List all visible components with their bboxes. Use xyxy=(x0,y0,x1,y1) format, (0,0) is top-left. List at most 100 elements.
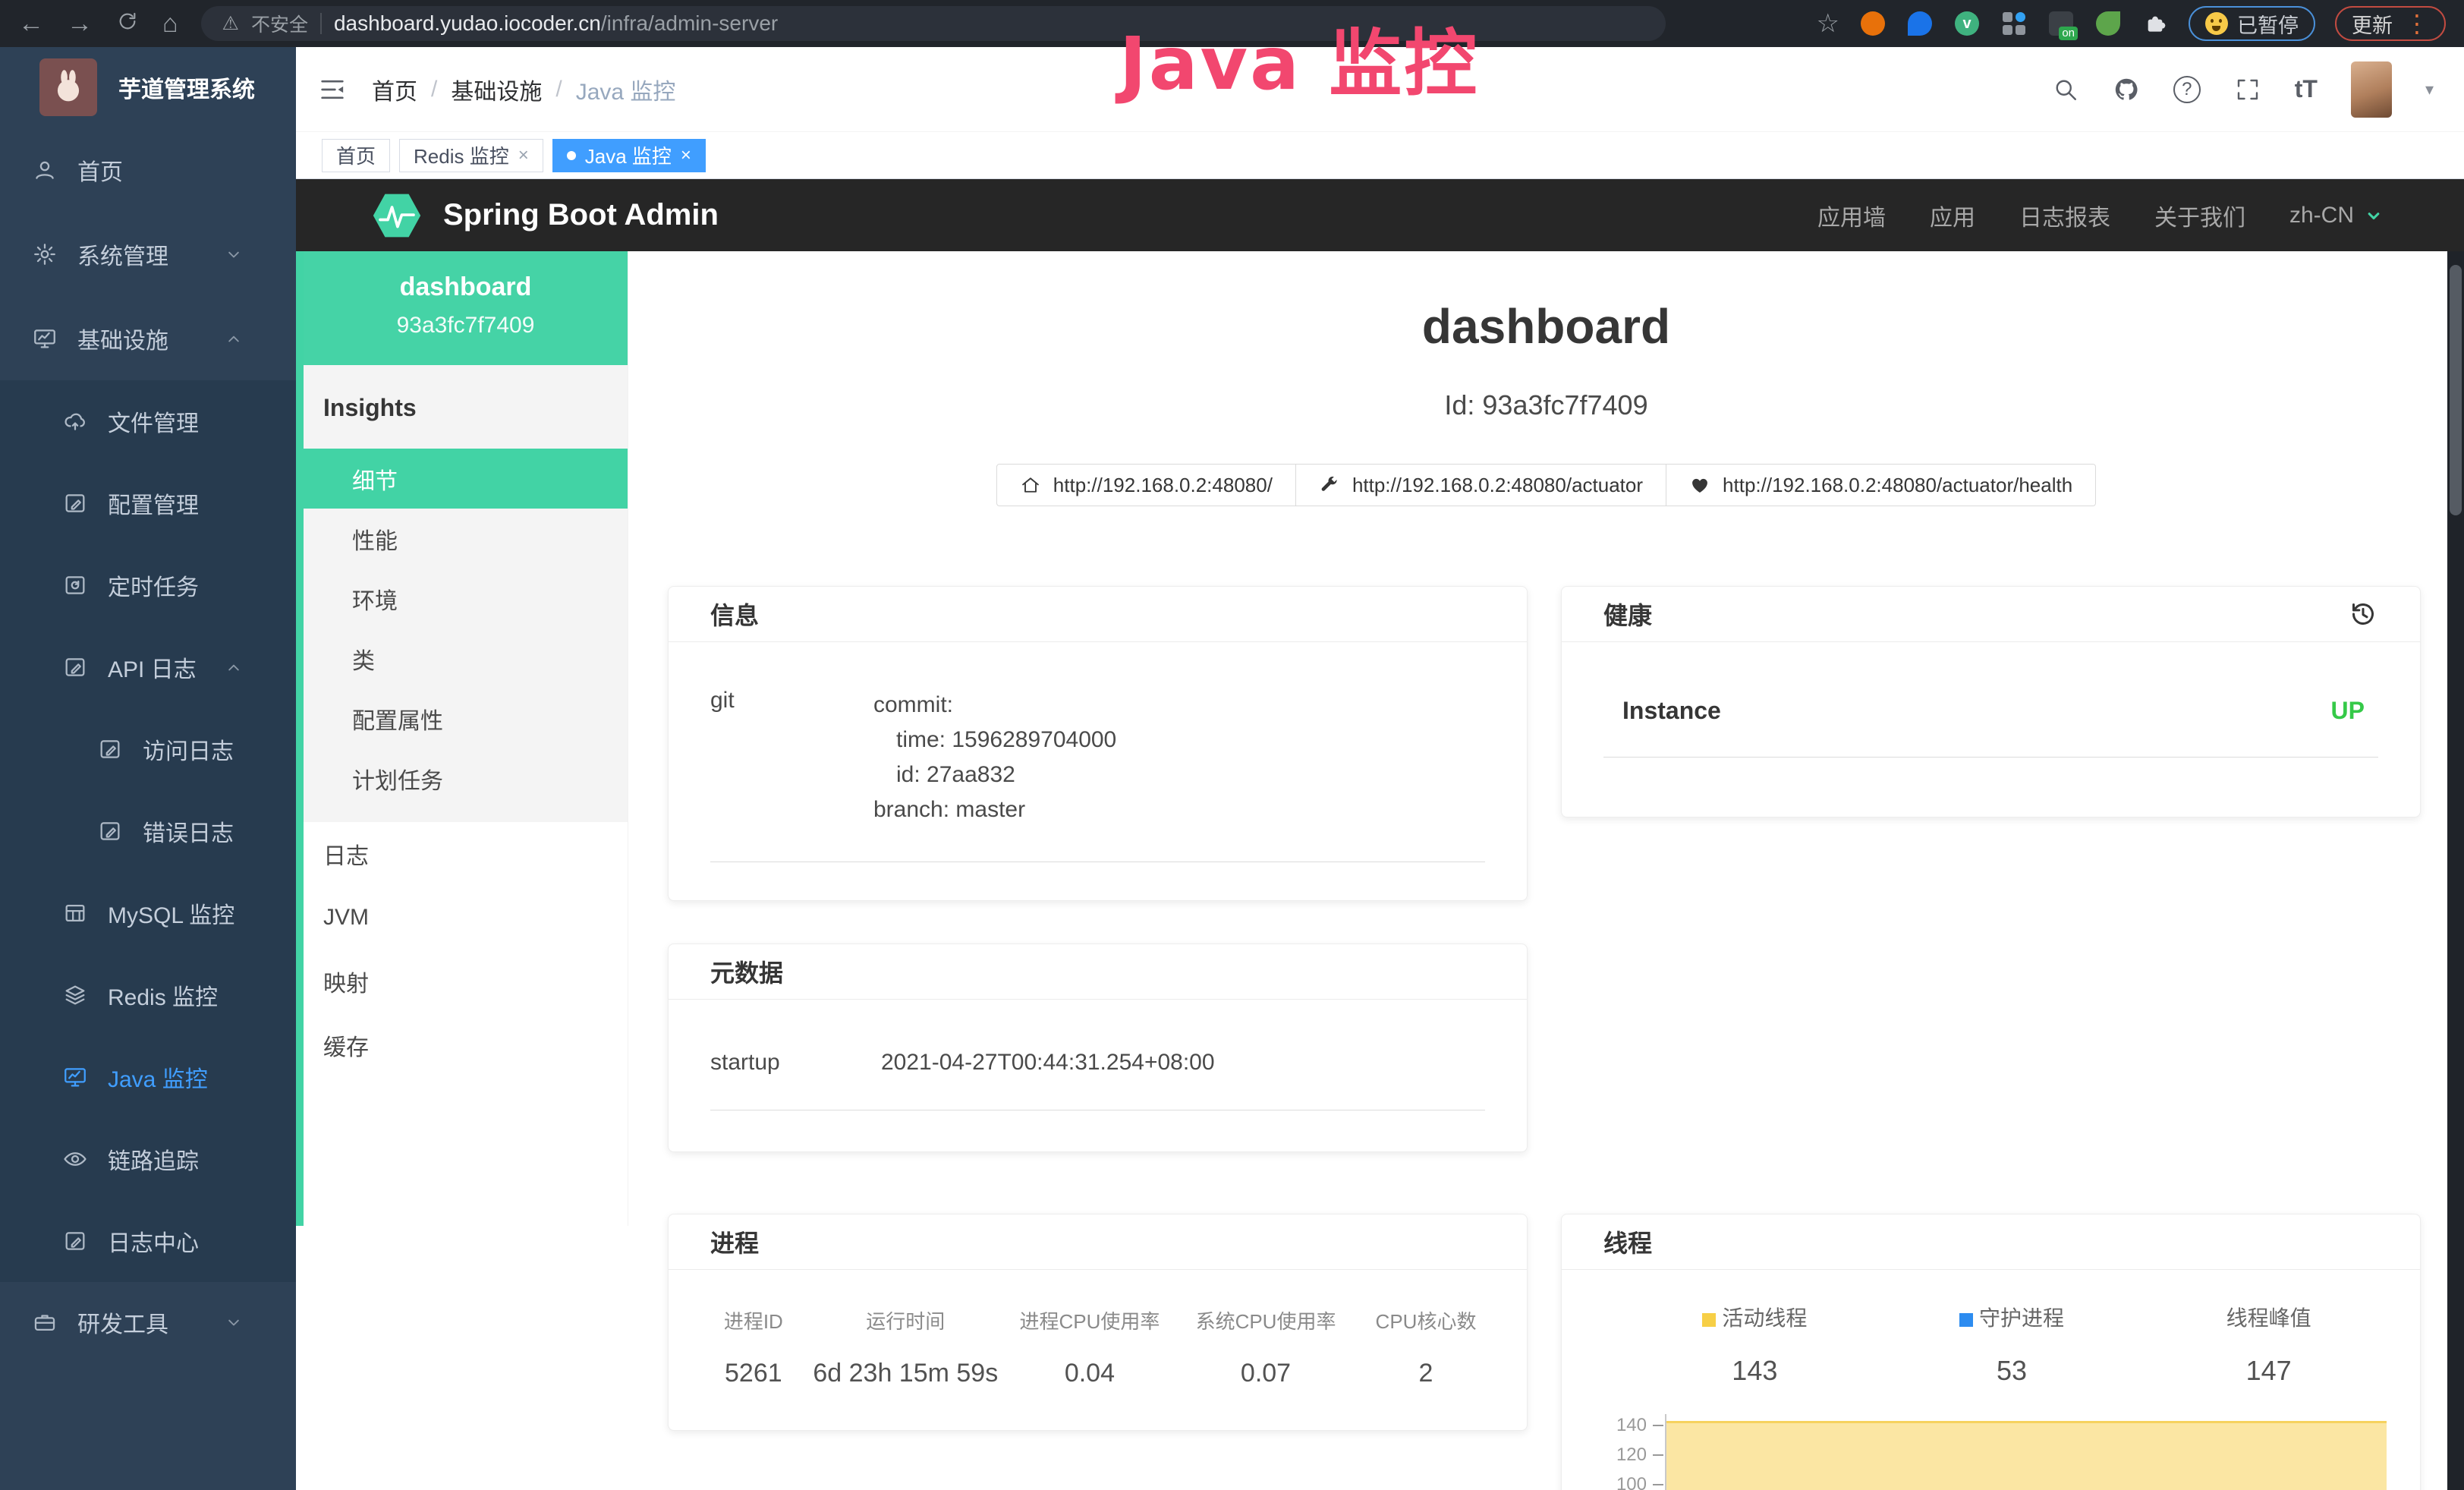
security-label[interactable]: 不安全 xyxy=(251,10,308,37)
breadcrumb-home[interactable]: 首页 xyxy=(372,73,417,106)
sidebar-item-api-logs[interactable]: API 日志 xyxy=(0,626,296,708)
process-card: 进程 进程ID 运行时间 进程CPU使用率 系统CPU使用率 CPU核心数 52… xyxy=(668,1214,1528,1431)
back-icon[interactable]: ← xyxy=(18,11,44,36)
timer-icon xyxy=(62,572,88,598)
sba-nav-about[interactable]: 关于我们 xyxy=(2154,199,2245,232)
url-path: /infra/admin-server xyxy=(601,11,778,35)
page-scrollbar-thumb[interactable] xyxy=(2450,265,2462,515)
extension-blue-pin-icon[interactable] xyxy=(1906,10,1934,37)
sidebar-item-log-center[interactable]: 日志中心 xyxy=(0,1200,296,1282)
forward-icon[interactable]: → xyxy=(67,11,93,36)
tab-java-monitor[interactable]: Java 监控 × xyxy=(552,139,706,172)
cpu-cores-value: 2 xyxy=(1354,1359,1498,1388)
sidebar-item-java-monitor[interactable]: Java 监控 xyxy=(0,1036,296,1118)
startup-value: 2021-04-27T00:44:31.254+08:00 xyxy=(881,1050,1215,1076)
tab-redis-monitor[interactable]: Redis 监控 × xyxy=(399,139,543,172)
sba-sidebar: dashboard 93a3fc7f7409 Insights 细节 性能 环境… xyxy=(296,251,628,1226)
sba-nav-classes[interactable]: 类 xyxy=(304,628,628,688)
health-card: 健康 Instance UP xyxy=(1561,586,2421,817)
sidebar-item-file-management[interactable]: 文件管理 xyxy=(0,380,296,462)
bookmark-star-icon[interactable]: ☆ xyxy=(1817,11,1839,36)
sidebar-item-redis-monitor[interactable]: Redis 监控 xyxy=(0,954,296,1036)
gear-icon xyxy=(32,241,58,267)
sba-nav-details[interactable]: 细节 xyxy=(296,449,628,509)
extension-leaf-icon[interactable] xyxy=(2094,10,2122,37)
sidebar-item-home[interactable]: 首页 xyxy=(0,128,296,212)
breadcrumb-separator: / xyxy=(431,77,437,102)
sba-nav-caches[interactable]: 缓存 xyxy=(304,1013,628,1077)
breadcrumb-infrastructure[interactable]: 基础设施 xyxy=(451,73,542,106)
font-size-icon[interactable]: tT xyxy=(2295,75,2318,103)
reload-icon[interactable] xyxy=(115,9,140,38)
sba-nav-wallboard[interactable]: 应用墙 xyxy=(1817,199,1886,232)
actuator-url-button[interactable]: http://192.168.0.2:48080/actuator xyxy=(1295,464,1666,506)
sba-nav-config-props[interactable]: 配置属性 xyxy=(304,688,628,748)
active-tab-dot xyxy=(567,151,576,160)
sidebar-item-mysql-monitor[interactable]: MySQL 监控 xyxy=(0,872,296,954)
sidebar-item-tracing[interactable]: 链路追踪 xyxy=(0,1118,296,1200)
extension-grid-icon[interactable] xyxy=(2000,10,2028,37)
sidebar-item-error-logs[interactable]: 错误日志 xyxy=(0,790,296,872)
metadata-card: 元数据 startup 2021-04-27T00:44:31.254+08:0… xyxy=(668,943,1528,1152)
chevron-down-icon xyxy=(223,1312,244,1333)
extension-orange-icon[interactable] xyxy=(1859,10,1887,37)
sidebar-item-system-management[interactable]: 系统管理 xyxy=(0,212,296,296)
tab-home[interactable]: 首页 xyxy=(322,139,390,172)
profile-paused-badge[interactable]: 已暂停 xyxy=(2189,6,2315,41)
extensions-puzzle-icon[interactable] xyxy=(2141,10,2169,37)
extension-vue-devtools-icon[interactable]: v xyxy=(1953,10,1981,37)
infrastructure-submenu: 文件管理 配置管理 定时任务 API 日志 访问日志 错误日志 xyxy=(0,380,296,1282)
metadata-card-title: 元数据 xyxy=(710,954,783,989)
help-icon[interactable]: ? xyxy=(2173,76,2201,103)
health-card-title: 健康 xyxy=(1603,597,1652,632)
home-icon xyxy=(1020,474,1041,496)
insecure-warning-icon[interactable]: ⚠ xyxy=(222,12,239,35)
instance-health-row[interactable]: Instance UP xyxy=(1603,697,2378,758)
hamburger-icon[interactable] xyxy=(317,74,348,105)
sidebar-item-access-logs[interactable]: 访问日志 xyxy=(0,708,296,790)
history-icon[interactable] xyxy=(2348,599,2378,629)
sidebar-item-infrastructure[interactable]: 基础设施 xyxy=(0,296,296,380)
app-logo-image xyxy=(39,58,97,116)
home-icon[interactable]: ⌂ xyxy=(162,11,178,36)
chrome-update-button[interactable]: 更新 ⋮ xyxy=(2335,6,2446,41)
sba-brand-title[interactable]: Spring Boot Admin xyxy=(443,198,719,232)
sba-nav-mappings[interactable]: 映射 xyxy=(304,950,628,1013)
instance-name: dashboard xyxy=(304,272,628,302)
sba-nav-journal[interactable]: 日志报表 xyxy=(2019,199,2110,232)
sba-nav-scheduled-tasks[interactable]: 计划任务 xyxy=(304,748,628,808)
service-url-button[interactable]: http://192.168.0.2:48080/ xyxy=(996,464,1296,506)
github-icon[interactable] xyxy=(2113,76,2140,103)
threads-legend-values: 143 53 147 xyxy=(1584,1355,2397,1387)
health-url-button[interactable]: http://192.168.0.2:48080/actuator/health xyxy=(1666,464,2096,506)
close-icon[interactable]: × xyxy=(681,145,691,166)
sba-nav-applications[interactable]: 应用 xyxy=(1930,199,1975,232)
table-icon xyxy=(62,900,88,926)
app-logo-row[interactable]: 芋道管理系统 xyxy=(0,47,296,128)
avatar-caret-down-icon[interactable]: ▾ xyxy=(2425,80,2434,99)
sba-instance-header[interactable]: dashboard 93a3fc7f7409 xyxy=(304,251,628,365)
sba-nav-metrics[interactable]: 性能 xyxy=(304,509,628,569)
user-avatar[interactable] xyxy=(2351,61,2392,118)
search-icon[interactable] xyxy=(2052,76,2079,103)
page-title: dashboard xyxy=(628,298,2464,354)
sidebar-item-config-management[interactable]: 配置管理 xyxy=(0,462,296,544)
chevron-up-icon xyxy=(223,328,244,349)
process-id-value: 5261 xyxy=(697,1359,810,1388)
sidebar-item-scheduled-jobs[interactable]: 定时任务 xyxy=(0,544,296,626)
edit-icon xyxy=(62,1228,88,1254)
breadcrumb-separator: / xyxy=(555,77,562,102)
browser-menu-icon[interactable]: ⋮ xyxy=(2405,9,2429,38)
y-tick-120: 120 xyxy=(1584,1444,1647,1466)
sba-nav-logs[interactable]: 日志 xyxy=(304,822,628,886)
sba-language-select[interactable]: zh-CN xyxy=(2289,203,2384,228)
sidebar-item-dev-tools[interactable]: 研发工具 xyxy=(0,1282,296,1362)
url-host: dashboard.yudao.iocoder.cn xyxy=(334,11,601,35)
extension-switchyomega-icon[interactable]: on xyxy=(2047,10,2075,37)
sba-nav-jvm[interactable]: JVM xyxy=(304,886,628,950)
close-icon[interactable]: × xyxy=(518,145,529,166)
sba-nav-environment[interactable]: 环境 xyxy=(304,569,628,628)
info-card: 信息 git commit: time: 1596289704000 id: 2… xyxy=(668,586,1528,901)
edit-icon xyxy=(97,736,123,762)
fullscreen-icon[interactable] xyxy=(2234,76,2261,103)
